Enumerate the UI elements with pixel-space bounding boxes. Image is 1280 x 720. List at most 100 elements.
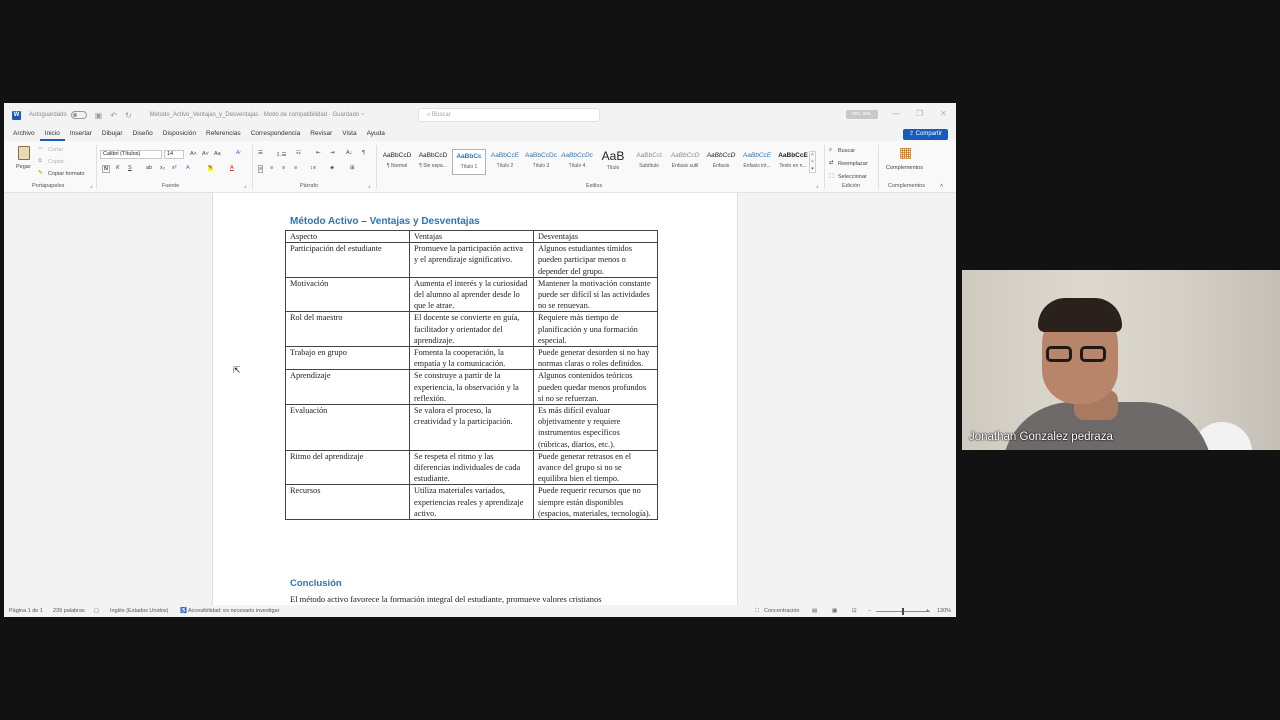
style-strong[interactable]: AaBbCcE Texto en n... bbox=[776, 149, 810, 175]
italic-button[interactable]: K bbox=[116, 165, 120, 171]
select-button[interactable]: Seleccionar bbox=[838, 174, 867, 180]
zoom-out-icon[interactable]: − bbox=[868, 608, 871, 614]
increase-indent-icon[interactable]: ⇥ bbox=[330, 150, 335, 156]
tab-correspondencia[interactable]: Correspondencia bbox=[246, 127, 306, 141]
tab-ayuda[interactable]: Ayuda bbox=[362, 127, 390, 141]
subscript-icon[interactable]: x₂ bbox=[160, 165, 165, 171]
font-size-select[interactable]: 14 bbox=[164, 150, 184, 159]
justify-icon[interactable]: ≡ bbox=[294, 165, 297, 171]
shading-icon[interactable]: ◈ bbox=[330, 165, 334, 171]
word-count[interactable]: 239 palabras bbox=[53, 608, 85, 614]
tab-archivo[interactable]: Archivo bbox=[8, 127, 40, 141]
styles-launcher-icon[interactable]: ⌟ bbox=[816, 183, 819, 189]
font-family-select[interactable]: Calibri (Títulos) bbox=[100, 150, 162, 159]
accessibility-icon[interactable]: ♿ bbox=[180, 608, 187, 614]
replace-button[interactable]: Reemplazar bbox=[838, 161, 868, 167]
style-heading-2[interactable]: AaBbCcE Título 2 bbox=[488, 149, 522, 175]
share-button[interactable]: ⇪ Compartir bbox=[902, 129, 948, 140]
tab-disposicion[interactable]: Disposición bbox=[158, 127, 201, 141]
highlight-icon[interactable]: ✎ bbox=[208, 165, 213, 171]
align-right-icon[interactable]: ≡ bbox=[282, 165, 285, 171]
sort-icon[interactable]: A↓ bbox=[346, 150, 352, 156]
style-subtle-emphasis[interactable]: AaBbCcD Énfasis sutil bbox=[668, 149, 702, 175]
undo-icon[interactable]: ↶ bbox=[110, 111, 117, 120]
format-painter-button[interactable]: Copiar formato bbox=[48, 171, 84, 177]
collapse-ribbon-icon[interactable]: ˄ bbox=[940, 183, 943, 189]
paste-button[interactable]: Pegar bbox=[16, 164, 31, 170]
borders-icon[interactable]: ⊞ bbox=[350, 165, 355, 171]
clear-format-icon[interactable]: A̷ bbox=[236, 150, 240, 156]
accessibility-status[interactable]: Accesibilidad: es necesario investigar bbox=[188, 608, 279, 614]
text-effects-icon[interactable]: A bbox=[186, 165, 190, 171]
read-mode-icon[interactable]: ▤ bbox=[812, 608, 817, 614]
shrink-font-icon[interactable]: A˅ bbox=[202, 151, 209, 157]
font-launcher-icon[interactable]: ⌟ bbox=[244, 183, 247, 189]
focus-mode-button[interactable]: Concentración bbox=[764, 608, 799, 614]
focus-icon[interactable]: ⛶ bbox=[755, 608, 759, 615]
style-subtitle[interactable]: AaBbCcl Subtítulo bbox=[632, 149, 666, 175]
find-icon[interactable]: ⌕ bbox=[829, 147, 832, 154]
superscript-icon[interactable]: x² bbox=[172, 165, 177, 171]
cut-button[interactable]: Cortar bbox=[48, 147, 63, 153]
align-left-icon[interactable]: ≡ bbox=[258, 165, 264, 173]
paragraph-launcher-icon[interactable]: ⌟ bbox=[368, 183, 371, 189]
addins-button[interactable]: Complementos bbox=[886, 165, 923, 171]
style-emphasis[interactable]: AaBbCcD Énfasis bbox=[704, 149, 738, 175]
bullets-icon[interactable]: ☰ bbox=[258, 150, 263, 156]
copy-button[interactable]: Copiar bbox=[48, 159, 64, 165]
addins-icon[interactable]: ▦ bbox=[899, 144, 912, 161]
grow-font-icon[interactable]: A˄ bbox=[190, 151, 197, 157]
style-intense-emphasis[interactable]: AaBbCcE Énfasis int... bbox=[740, 149, 774, 175]
paste-icon[interactable] bbox=[18, 146, 30, 160]
zoom-slider-thumb[interactable] bbox=[902, 608, 904, 615]
style-title[interactable]: AaB Título bbox=[596, 149, 630, 175]
search-input[interactable]: ⌕ Buscar bbox=[418, 108, 600, 122]
replace-icon[interactable]: ⇄ bbox=[829, 160, 834, 166]
zoom-in-icon[interactable]: + bbox=[926, 608, 929, 614]
change-case-icon[interactable]: Aa bbox=[214, 151, 221, 157]
show-marks-icon[interactable]: ¶ bbox=[362, 150, 365, 156]
maximize-icon[interactable]: ❐ bbox=[916, 109, 923, 118]
style-heading-1[interactable]: AaBbCc Título 1 bbox=[452, 149, 486, 175]
strikethrough-icon[interactable]: ab bbox=[146, 165, 152, 171]
page-count[interactable]: Página 1 de 1 bbox=[9, 608, 43, 614]
proofing-icon[interactable]: ▢ bbox=[94, 608, 99, 614]
document-page[interactable]: Método Activo – Ventajas y Desventajas A… bbox=[212, 193, 738, 605]
select-icon[interactable]: ⬚ bbox=[829, 173, 834, 179]
style-heading-3[interactable]: AaBbCcDc Título 3 bbox=[524, 149, 558, 175]
numbering-icon[interactable]: ⒈☰ bbox=[276, 150, 286, 158]
document-title[interactable]: Metodo_Activo_Ventajas_y_Desventajas · M… bbox=[150, 112, 365, 118]
tab-referencias[interactable]: Referencias bbox=[201, 127, 246, 141]
redo-icon[interactable]: ↻ bbox=[125, 111, 132, 120]
cut-icon[interactable]: ✂ bbox=[38, 146, 43, 152]
multilevel-list-icon[interactable]: ☷ bbox=[296, 150, 301, 156]
find-button[interactable]: Buscar bbox=[838, 148, 855, 154]
tab-insertar[interactable]: Insertar bbox=[65, 127, 97, 141]
language-indicator[interactable]: Inglés (Estados Unidos) bbox=[110, 608, 168, 614]
copy-icon[interactable]: ⧉ bbox=[38, 158, 42, 165]
line-spacing-icon[interactable]: ↕≡ bbox=[310, 165, 316, 171]
participant-video-tile[interactable]: Jonathan Gonzalez pedraza bbox=[962, 270, 1280, 450]
style-normal[interactable]: AaBbCcD ¶ Normal bbox=[380, 149, 414, 175]
tab-dibujar[interactable]: Dibujar bbox=[97, 127, 128, 141]
font-color-icon[interactable]: A bbox=[230, 165, 234, 171]
tab-inicio[interactable]: Inicio bbox=[39, 127, 65, 141]
print-layout-icon[interactable]: ▦ bbox=[832, 608, 837, 614]
tab-diseno[interactable]: Diseño bbox=[128, 127, 158, 141]
style-heading-4[interactable]: AaBbCcDc Título 4 bbox=[560, 149, 594, 175]
zoom-level[interactable]: 130% bbox=[937, 608, 951, 614]
format-painter-icon[interactable]: ✎ bbox=[38, 170, 43, 176]
decrease-indent-icon[interactable]: ⇤ bbox=[316, 150, 321, 156]
underline-button[interactable]: S bbox=[128, 165, 132, 171]
style-no-spacing[interactable]: AaBbCcD ¶ Sin espa... bbox=[416, 149, 450, 175]
sign-in-button[interactable]: Inic. ses. bbox=[846, 110, 878, 119]
tab-vista[interactable]: Vista bbox=[337, 127, 361, 141]
save-icon[interactable]: ▣ bbox=[95, 111, 103, 120]
styles-scroll[interactable]: ˄ ˅ ▾ bbox=[809, 151, 816, 173]
clipboard-launcher-icon[interactable]: ⌟ bbox=[90, 183, 93, 189]
close-icon[interactable]: ✕ bbox=[940, 109, 947, 118]
tab-revisar[interactable]: Revisar bbox=[305, 127, 337, 141]
autosave-toggle[interactable] bbox=[70, 111, 87, 119]
web-layout-icon[interactable]: ⊡ bbox=[852, 608, 857, 614]
bold-button[interactable]: N bbox=[102, 165, 110, 173]
